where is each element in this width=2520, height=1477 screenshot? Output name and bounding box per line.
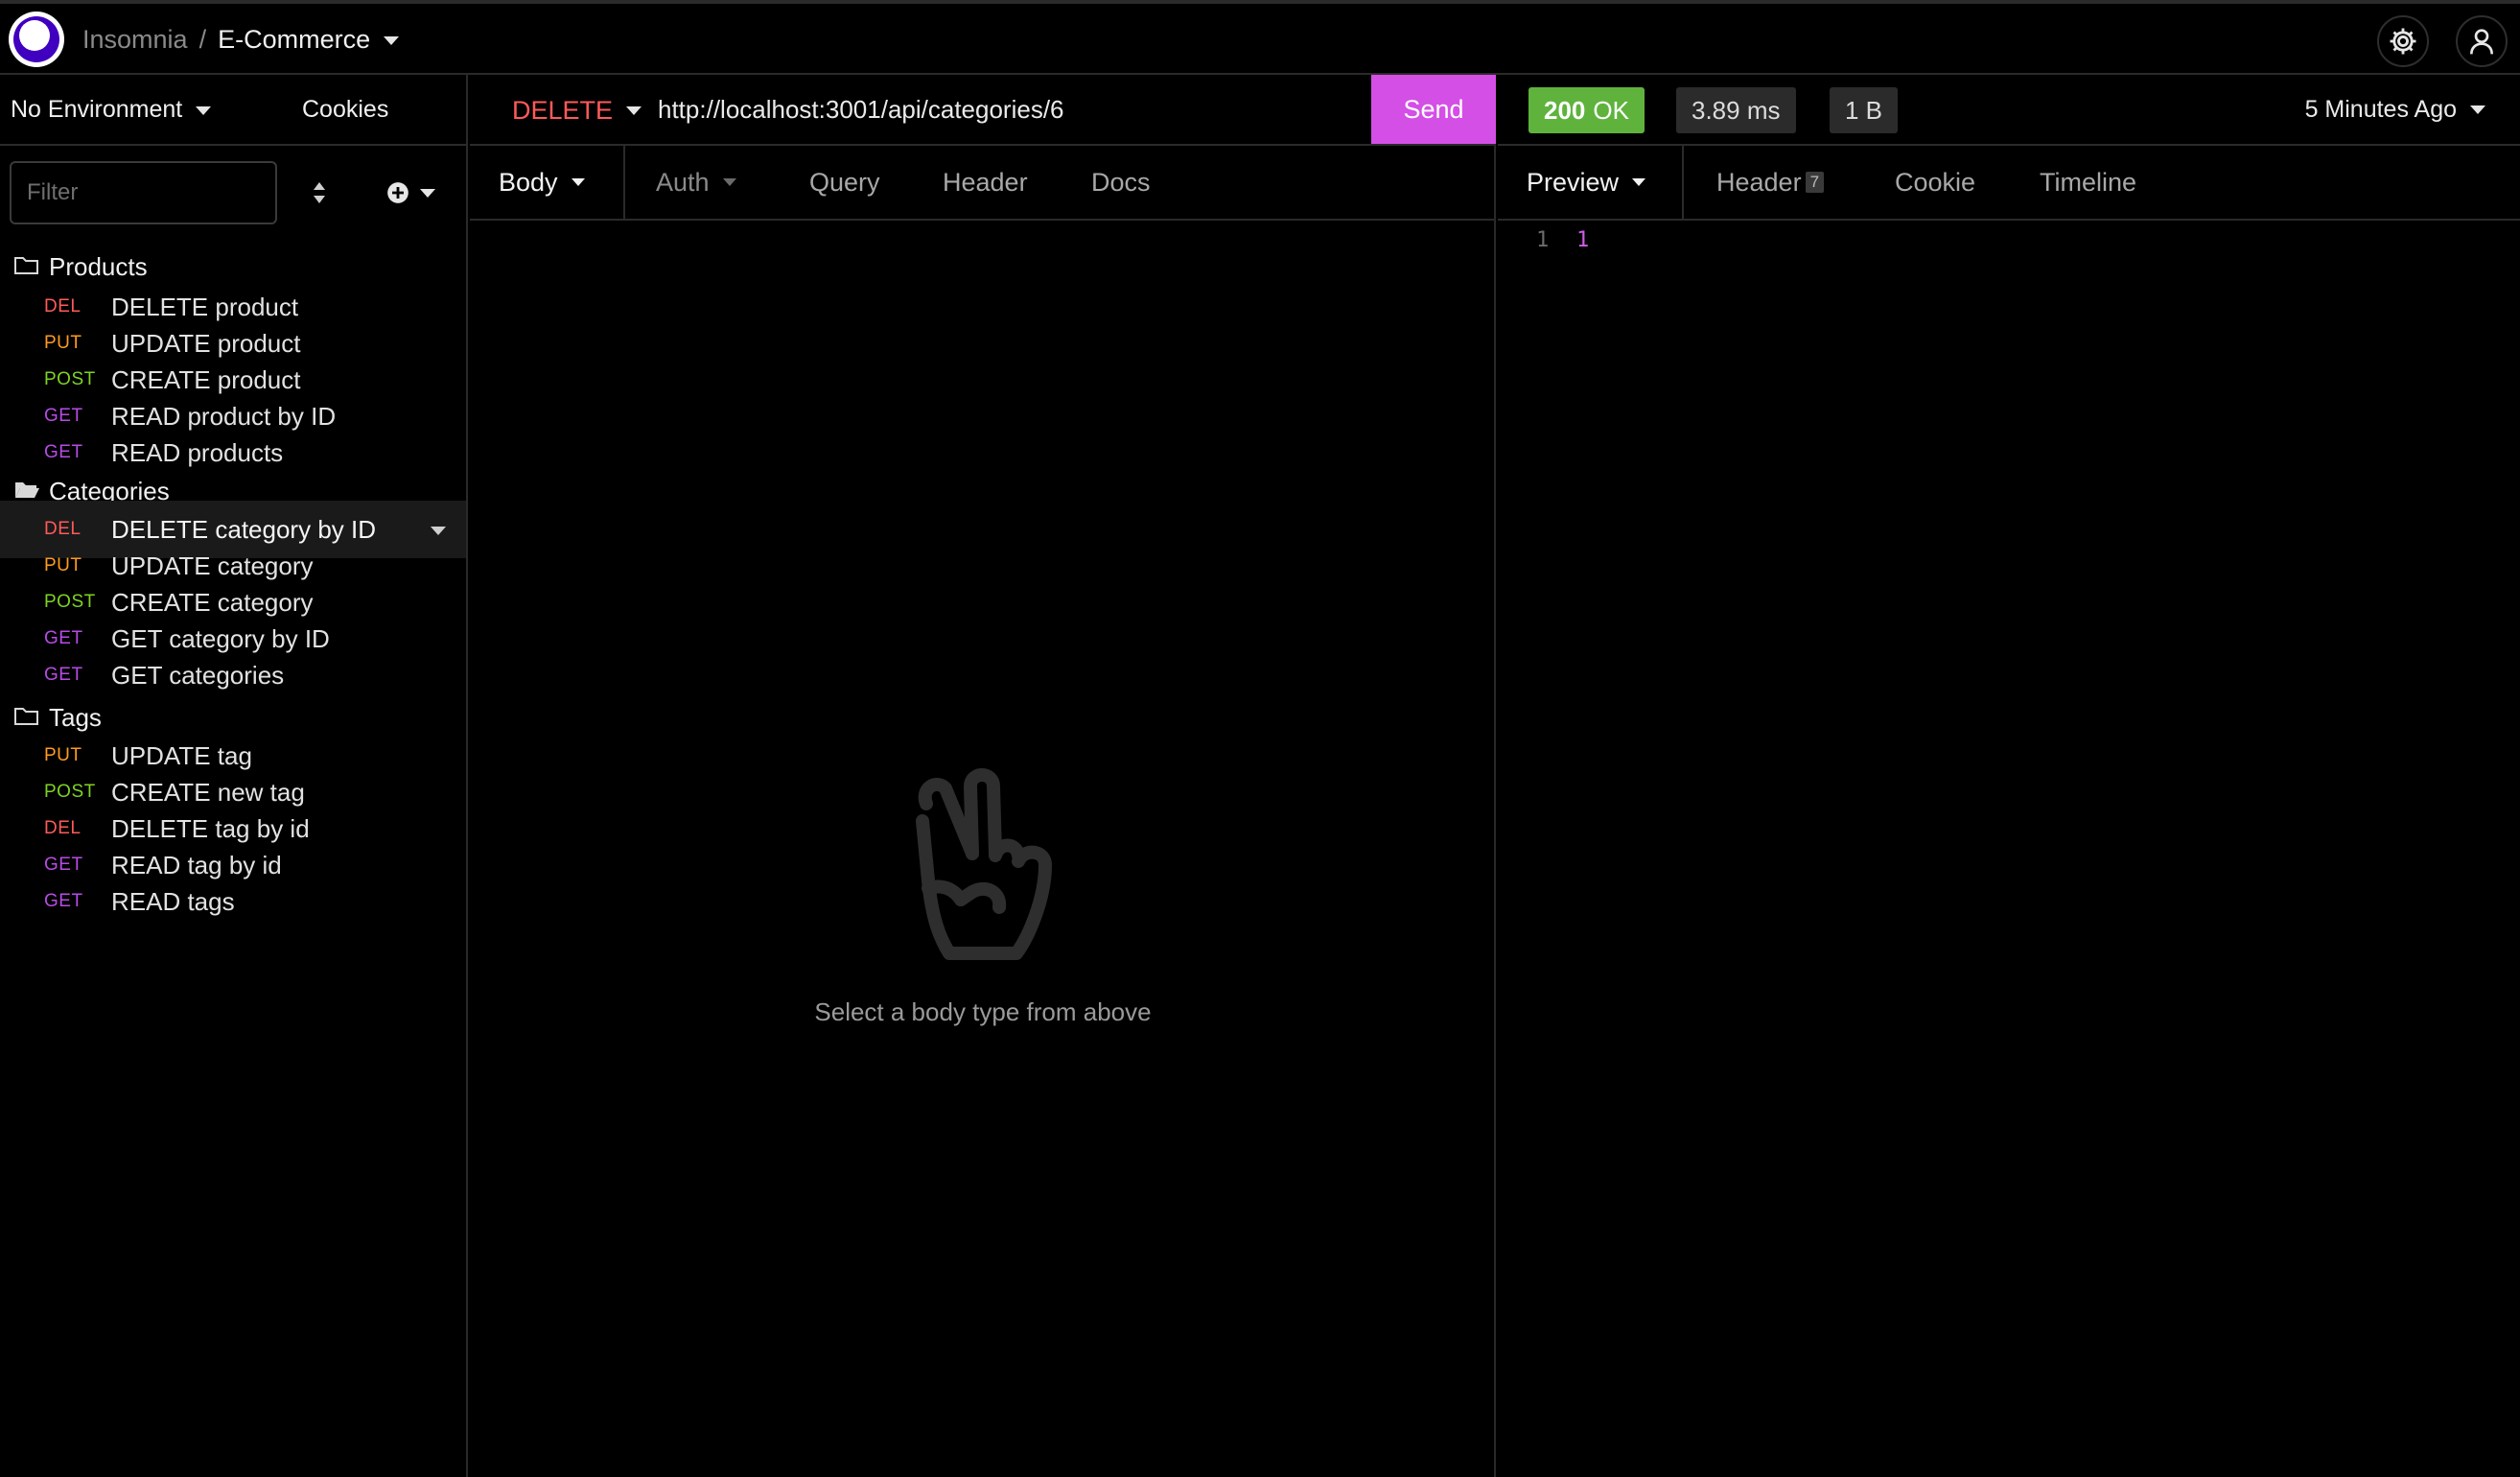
method-label: DELETE	[512, 96, 614, 125]
folder-open-icon	[15, 482, 39, 498]
workspace-selector[interactable]: E-Commerce	[218, 25, 400, 55]
header-count-badge: 7	[1805, 172, 1825, 193]
tab-auth[interactable]: Auth	[656, 146, 736, 219]
sort-button[interactable]	[305, 178, 334, 207]
account-button[interactable]	[2456, 15, 2508, 67]
request-tabs: Body Auth Query Header Docs	[470, 146, 1496, 221]
chevron-down-icon	[420, 188, 435, 198]
empty-message: Select a body type from above	[814, 997, 1152, 1026]
add-request-button[interactable]	[385, 178, 443, 207]
tab-preview[interactable]: Preview	[1527, 146, 1646, 219]
sort-icon	[314, 182, 325, 203]
method-badge: GET	[44, 442, 83, 462]
response-meta: 200 OK 3.89 ms 1 B 5 Minutes Ago	[1498, 75, 2520, 146]
response-pane: 200 OK 3.89 ms 1 B 5 Minutes Ago Preview…	[1498, 75, 2520, 1477]
chevron-down-icon	[1632, 178, 1646, 186]
plus-circle-icon	[387, 182, 408, 203]
method-badge: GET	[44, 891, 83, 911]
url-bar: DELETE http://localhost:3001/api/categor…	[470, 75, 1496, 146]
tab-label: Header	[1716, 167, 1802, 197]
folder-icon	[14, 708, 38, 725]
response-age: 5 Minutes Ago	[2304, 96, 2457, 123]
insomnia-logo-icon[interactable]	[9, 12, 64, 67]
environment-label: No Environment	[11, 96, 183, 123]
breadcrumb: Insomnia / E-Commerce	[82, 25, 400, 55]
status-code: 200	[1544, 95, 1586, 125]
tab-query[interactable]: Query	[809, 146, 880, 219]
send-button[interactable]: Send	[1371, 75, 1496, 144]
tab-response-header[interactable]: Header 7	[1716, 146, 1825, 219]
request-name: READ tags	[111, 886, 235, 916]
tab-label: Auth	[656, 167, 710, 197]
environment-selector[interactable]: No Environment	[11, 96, 212, 124]
chevron-down-icon	[196, 106, 212, 115]
request-name: READ products	[111, 437, 284, 467]
tab-body[interactable]: Body	[499, 146, 585, 219]
gear-icon	[2390, 28, 2416, 55]
chevron-down-icon	[384, 36, 400, 46]
chevron-down-icon	[626, 106, 642, 115]
breadcrumb-app[interactable]: Insomnia	[82, 25, 188, 55]
tab-label: Body	[499, 167, 558, 197]
chevron-down-icon	[571, 178, 585, 186]
insomnia-app: Insomnia / E-Commerce No Environment Coo…	[0, 0, 2520, 1477]
chevron-down-icon	[2470, 106, 2485, 114]
workspace-name: E-Commerce	[218, 25, 371, 54]
time-badge: 3.89 ms	[1676, 87, 1796, 133]
request-pane: DELETE http://localhost:3001/api/categor…	[470, 75, 1496, 1477]
breadcrumb-separator: /	[198, 25, 207, 54]
size-badge: 1 B	[1830, 87, 1899, 133]
response-value: 1	[1576, 228, 1590, 252]
tab-header[interactable]: Header	[943, 146, 1028, 219]
method-badge: GET	[44, 665, 83, 685]
line-number: 1	[1536, 228, 1550, 252]
top-bar: Insomnia / E-Commerce	[0, 0, 2520, 75]
user-icon	[2470, 29, 2493, 55]
tab-cookie[interactable]: Cookie	[1895, 146, 1975, 219]
filter-input[interactable]	[10, 161, 277, 224]
tab-timeline[interactable]: Timeline	[2040, 146, 2136, 219]
settings-button[interactable]	[2377, 15, 2429, 67]
environment-row: No Environment Cookies	[0, 75, 468, 146]
tab-docs[interactable]: Docs	[1091, 146, 1151, 219]
sidebar: No Environment Cookies Products	[0, 75, 468, 1477]
peace-hand-icon	[916, 768, 1052, 960]
tab-label: Preview	[1527, 167, 1620, 197]
response-tabs: Preview Header 7 Cookie Timeline	[1498, 146, 2520, 221]
status-badge: 200 OK	[1528, 87, 1645, 133]
request-name: GET categories	[111, 660, 285, 690]
request-item[interactable]: GET READ tags	[0, 873, 466, 930]
folder-label: Products	[49, 251, 148, 281]
folder-icon	[14, 257, 38, 274]
chevron-down-icon	[722, 178, 736, 186]
cookies-button[interactable]: Cookies	[302, 96, 388, 124]
response-history-selector[interactable]: 5 Minutes Ago	[2305, 96, 2485, 124]
method-selector[interactable]: DELETE	[512, 96, 642, 126]
request-menu-chevron-icon[interactable]	[431, 527, 446, 535]
status-text: OK	[1593, 95, 1629, 125]
url-input[interactable]: http://localhost:3001/api/categories/6	[658, 95, 1064, 125]
